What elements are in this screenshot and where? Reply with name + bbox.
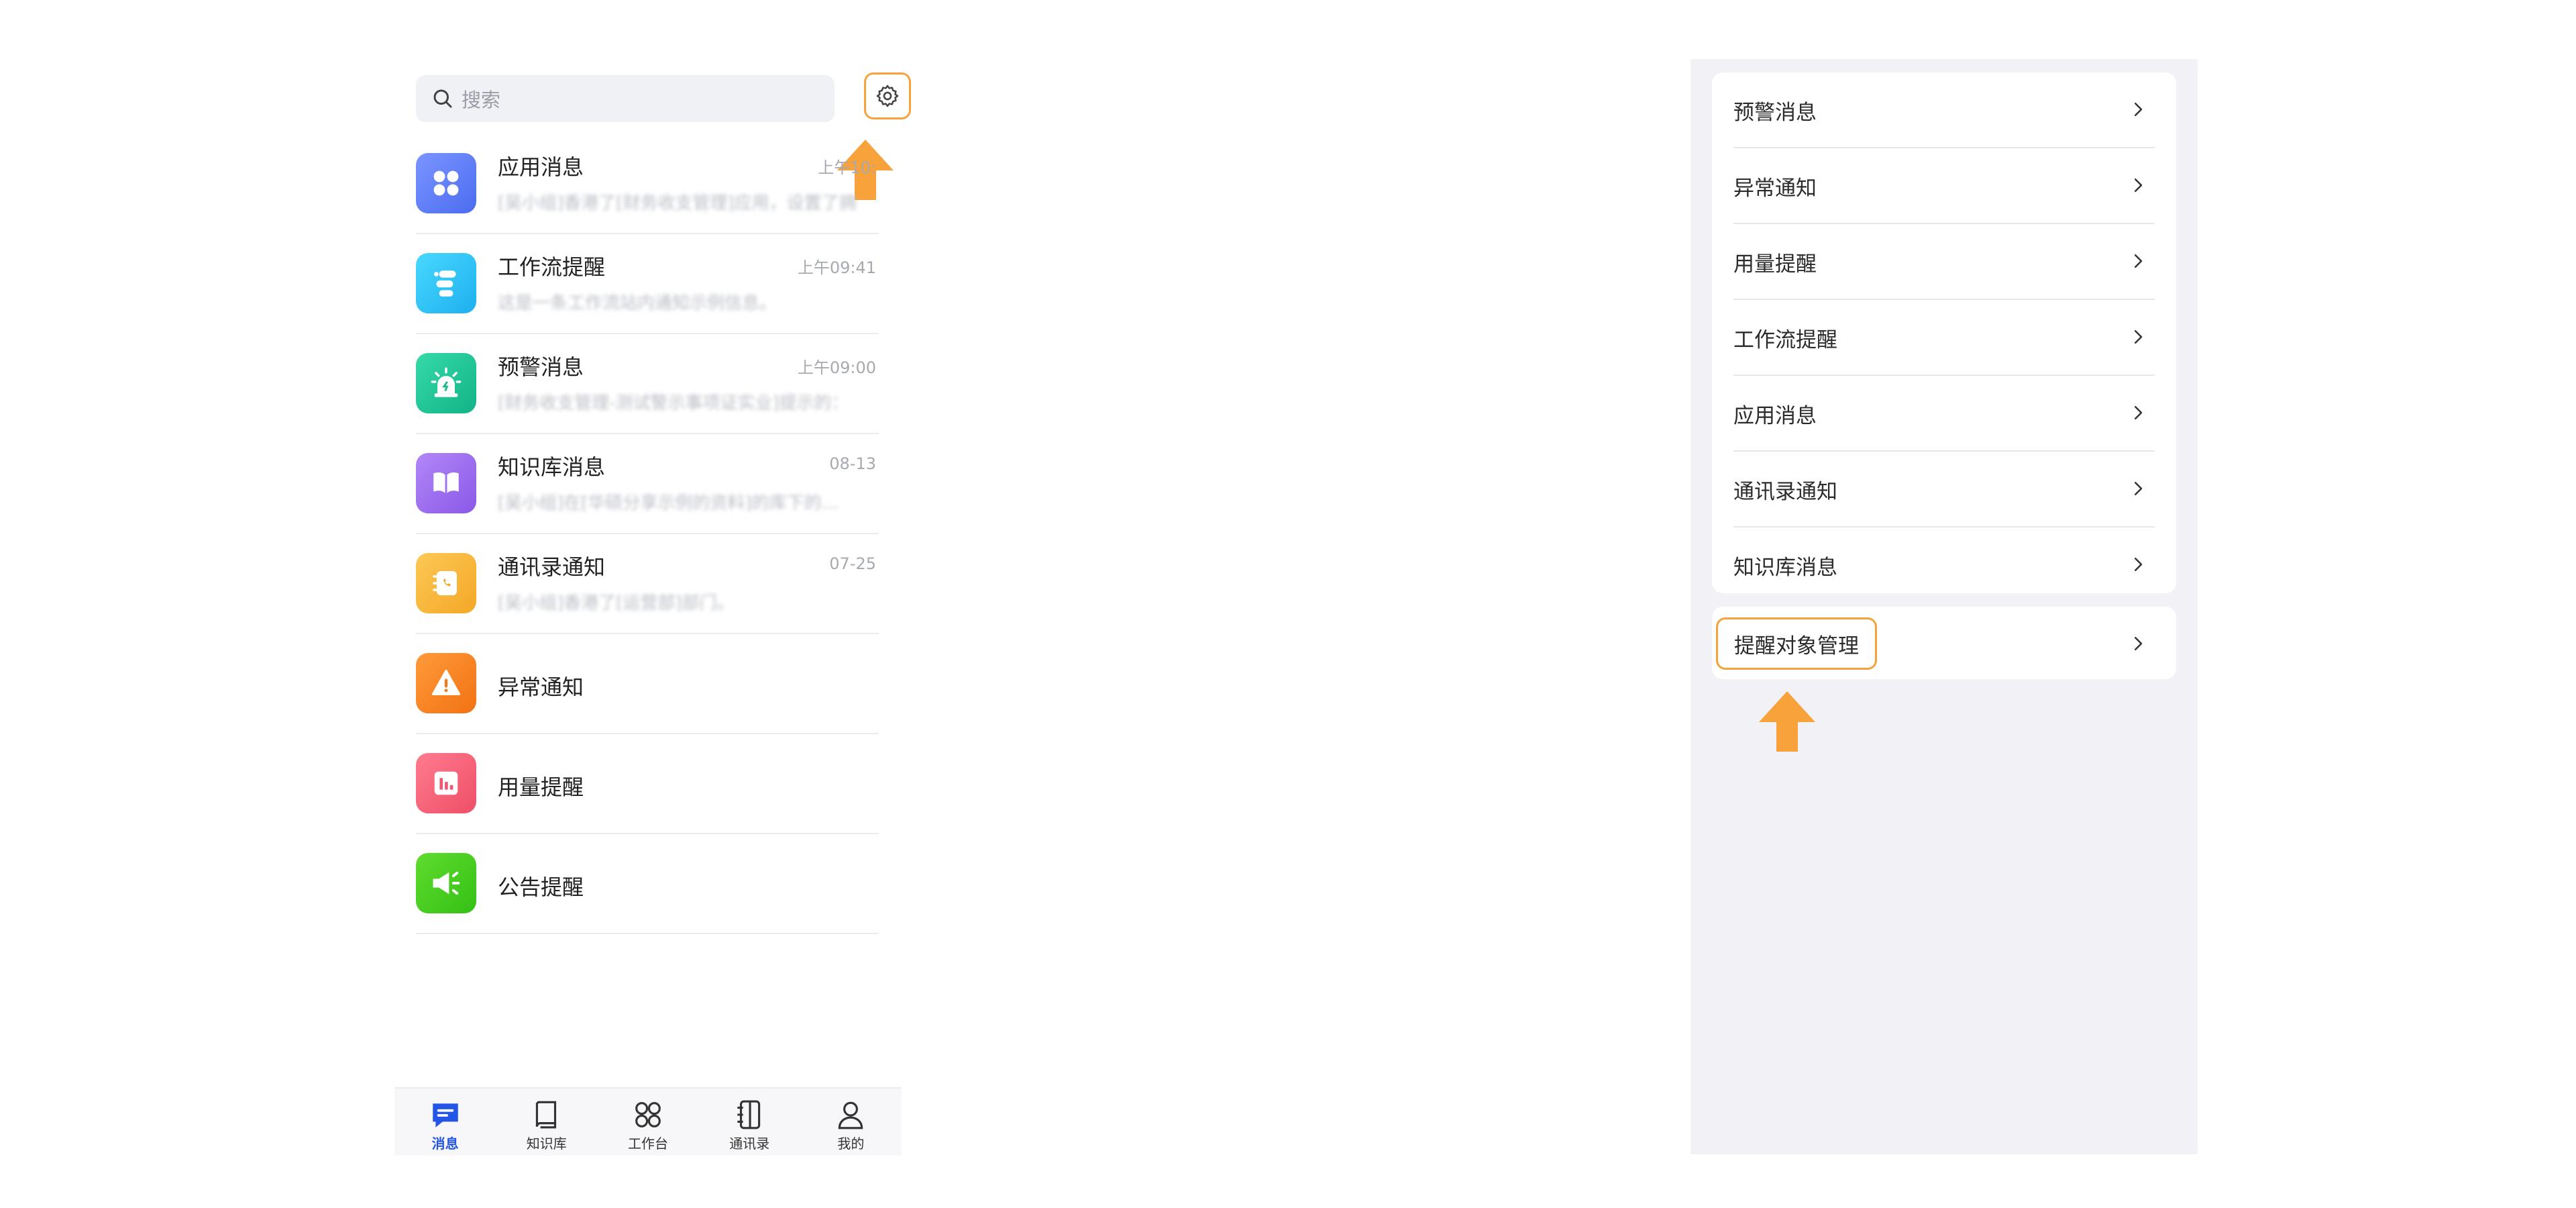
message-preview: [吴小组]香港了[运营部]部门。 [498,593,735,611]
message-title: 通讯录通知 [498,554,606,580]
search-row: 搜索 [416,72,911,126]
message-time: 上午10: [818,158,876,177]
message-preview: 这是一条工作流站内通知示例信息。 [498,293,777,311]
message-time: 08-13 [829,454,876,473]
workflow-icon [416,253,476,313]
tab-label: 知识库 [526,1136,567,1152]
message-time: 上午09:00 [797,358,876,377]
message-title: 预警消息 [498,354,584,380]
settings-row-label: 异常通知 [1733,177,1817,201]
tab-profile[interactable]: 我的 [800,1089,902,1156]
message-item-exception[interactable]: 异常通知 [416,634,879,734]
settings-row[interactable]: 异常通知 [1733,148,2155,224]
tab-knowledge[interactable]: 知识库 [496,1089,597,1156]
chevron-right-icon [2135,406,2143,419]
message-icon [432,1103,458,1127]
settings-row[interactable]: 预警消息 [1733,72,2155,148]
message-item-workflow[interactable]: 工作流提醒 上午09:41 这是一条工作流站内通知示例信息。 [416,234,879,334]
message-title: 应用消息 [498,154,584,180]
message-time: 上午09:41 [797,258,876,277]
settings-button[interactable] [864,72,911,119]
tab-workbench[interactable]: 工作台 [597,1089,698,1156]
settings-row[interactable]: 用量提醒 [1733,224,2155,300]
person-icon [839,1101,863,1129]
message-list: 应用消息 上午10: [吴小组]香港了[财务收支管理]应用，设置了拥 工作流提醒… [416,134,879,934]
tab-label: 工作台 [628,1136,668,1152]
settings-row[interactable]: 工作流提醒 [1733,300,2155,376]
notification-type-card: 预警消息 异常通知 用量提醒 工作流提醒 应用消息 通讯录通知 知识库消息 [1712,72,2176,593]
chevron-right-icon [2135,330,2143,344]
book-icon [535,1101,556,1129]
megaphone-icon [416,853,476,913]
message-preview: [吴小组]香港了[财务收支管理]应用，设置了拥 [498,193,857,211]
up-arrow-indicator [1759,691,1815,752]
gear-icon [876,85,899,107]
search-icon [433,89,452,108]
chevron-right-icon [2135,558,2143,571]
message-item-knowledge[interactable]: 知识库消息 08-13 [吴小组]在[华硕分享示例的资料]的库下的… [416,434,879,534]
settings-row[interactable]: 应用消息 [1733,376,2155,452]
settings-row-label: 知识库消息 [1733,556,1837,580]
settings-row-label: 应用消息 [1733,404,1817,428]
chevron-right-icon [2135,179,2143,192]
message-item-contacts[interactable]: 通讯录通知 07-25 [吴小组]香港了[运营部]部门。 [416,534,879,634]
tab-messages[interactable]: 消息 [394,1089,496,1156]
chevron-right-icon [2135,637,2143,650]
message-title: 知识库消息 [498,454,606,480]
manage-recipients-card[interactable]: 提醒对象管理 [1712,607,2176,679]
settings-row[interactable]: 通讯录通知 [1733,452,2155,527]
settings-row-label: 通讯录通知 [1733,480,1837,504]
open-book-icon [416,453,476,513]
message-time: 07-25 [829,554,876,573]
bottom-tab-bar: 消息 知识库 工作台 通讯录 我的 [394,1087,902,1156]
settings-row[interactable]: 知识库消息 [1733,527,2155,602]
message-title: 公告提醒 [498,874,584,900]
settings-row-label: 预警消息 [1733,101,1817,125]
search-placeholder: 搜索 [462,89,501,111]
chevron-right-icon [2135,103,2143,116]
message-preview: [吴小组]在[华硕分享示例的资料]的库下的… [498,493,839,511]
message-title: 用量提醒 [498,774,584,800]
app-grid-icon [416,153,476,213]
message-title: 异常通知 [498,674,584,700]
chevron-right-icon [2135,482,2143,495]
tab-label: 消息 [431,1136,459,1152]
contacts-icon [737,1100,761,1129]
message-item-alert[interactable]: 预警消息 上午09:00 [财务收支管理-测试警示事项证实业]提示的： [416,334,879,434]
tab-label: 通讯录 [729,1136,770,1152]
manage-recipients-label[interactable]: 提醒对象管理 [1716,617,1877,670]
message-preview: [财务收支管理-测试警示事项证实业]提示的： [498,393,849,411]
settings-row-label: 用量提醒 [1733,252,1817,276]
warning-icon [416,653,476,713]
bar-chart-icon [416,753,476,813]
settings-row-label: 工作流提醒 [1733,328,1837,352]
chevron-right-icon [2135,254,2143,268]
tab-contacts[interactable]: 通讯录 [699,1089,800,1156]
notification-settings-screen: 预警消息 异常通知 用量提醒 工作流提醒 应用消息 通讯录通知 知识库消息 提醒… [1690,59,2198,1154]
grid-icon [635,1102,661,1127]
message-item-app[interactable]: 应用消息 上午10: [吴小组]香港了[财务收支管理]应用，设置了拥 [416,134,879,234]
search-input[interactable]: 搜索 [416,75,835,122]
siren-icon [416,353,476,413]
message-item-usage[interactable]: 用量提醒 [416,734,879,834]
phone-book-icon [416,553,476,613]
message-title: 工作流提醒 [498,254,606,280]
message-item-announcement[interactable]: 公告提醒 [416,834,879,934]
message-screen: 搜索 应用消息 上午10: [吴小组]香港了[财务收支管理]应用，设置了拥 工作… [394,59,911,1156]
tab-label: 我的 [837,1136,865,1152]
